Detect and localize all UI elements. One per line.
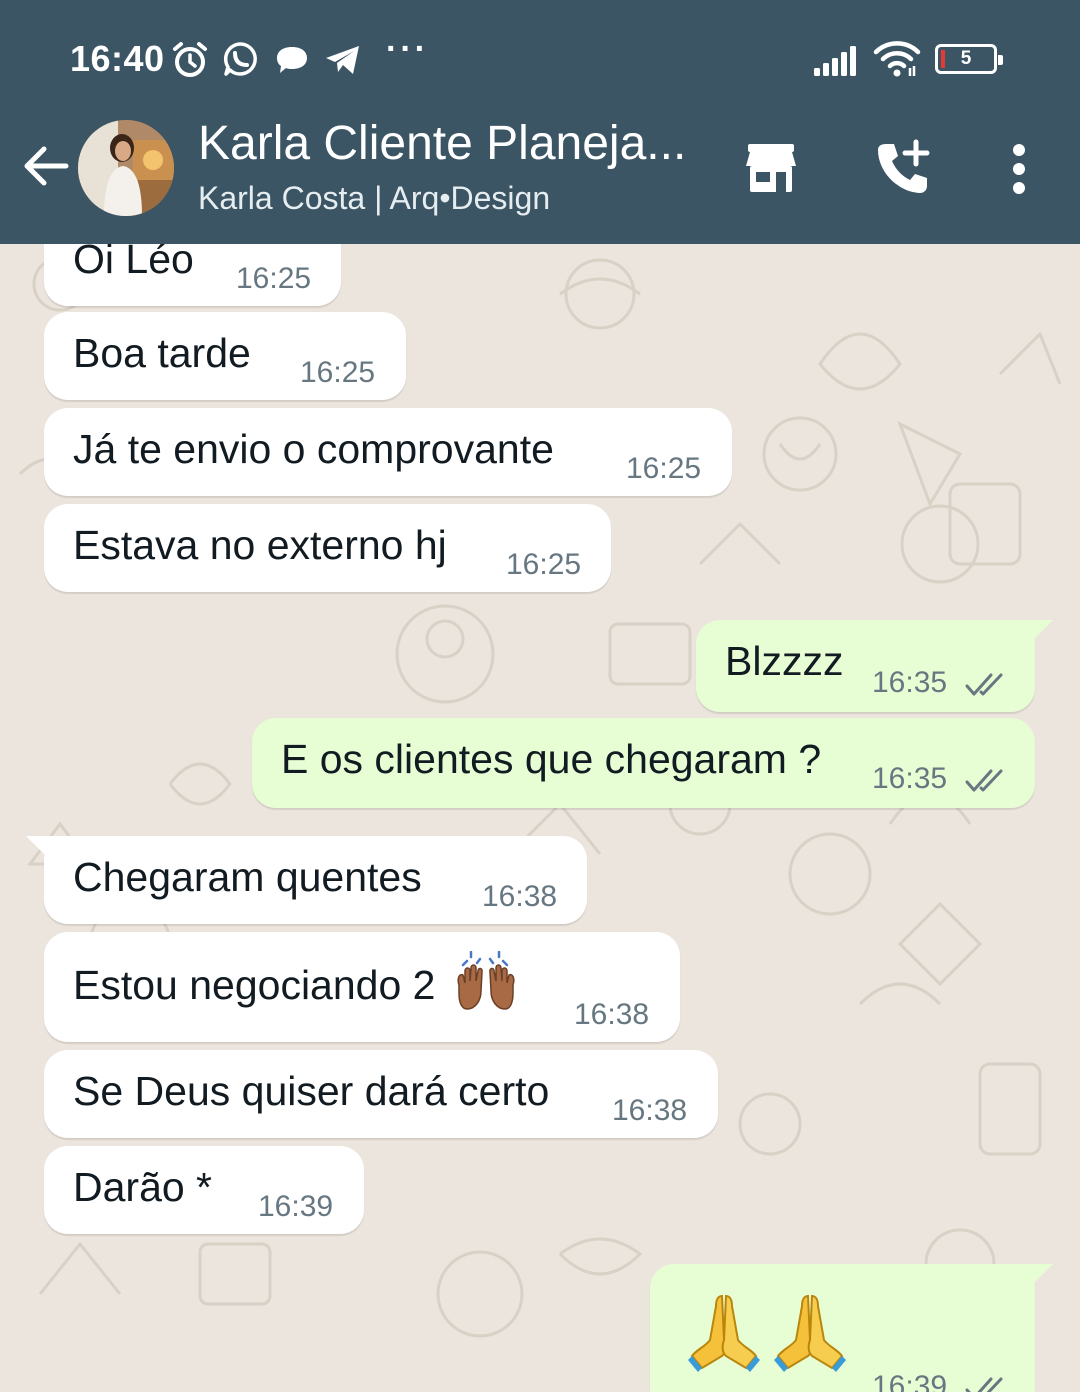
message-bubble-incoming[interactable]: Chegaram quentes 16:38 <box>26 836 587 924</box>
message-bubble-outgoing[interactable]: Blzzzz 16:35 <box>696 620 1053 712</box>
message-bubble-incoming[interactable]: Darão * 16:39 <box>44 1146 364 1234</box>
more-dots-icon: ··· <box>386 30 429 68</box>
message-bubble-incoming[interactable]: Boa tarde 16:25 <box>44 312 406 400</box>
message-time: 16:39 <box>258 1190 334 1223</box>
message-time: 16:25 <box>236 262 312 295</box>
status-time: 16:40 <box>70 38 165 79</box>
message-text-content: Estou negociando 2 <box>73 962 436 1008</box>
message-time: 16:39 <box>872 1370 948 1392</box>
message-bubble-outgoing[interactable]: E os clientes que chegaram ? 16:35 <box>252 718 1035 808</box>
store-icon[interactable] <box>744 142 798 194</box>
message-text: Estou negociando 2 <box>73 951 519 1013</box>
telegram-icon <box>326 46 359 74</box>
message-time: 16:38 <box>574 998 650 1031</box>
message-text: Oi Léo <box>73 244 194 282</box>
raising-hands-emoji <box>457 951 515 1010</box>
message-bubble-incoming[interactable]: Já te envio o comprovante 16:25 <box>44 408 732 496</box>
message-bubble-incoming[interactable]: Oi Léo 16:25 <box>44 244 341 306</box>
read-ticks-icon <box>965 1377 1003 1392</box>
message-time: 16:25 <box>626 452 702 485</box>
message-text: E os clientes que chegaram ? <box>281 736 822 782</box>
message-text: Darão * <box>73 1164 213 1210</box>
add-call-icon[interactable] <box>872 138 934 198</box>
message-text: Chegaram quentes <box>73 854 422 900</box>
message-bubble-incoming[interactable]: Estava no externo hj 16:25 <box>44 504 611 592</box>
chat-header: 16:40 ··· 5 Karla Cliente Planeja... Kar… <box>0 0 1080 244</box>
message-time: 16:25 <box>506 548 582 581</box>
message-time: 16:38 <box>482 880 558 913</box>
message-time: 16:38 <box>612 1094 688 1127</box>
folded-hands-emoji <box>688 1294 846 1372</box>
avatar[interactable] <box>78 120 174 216</box>
message-bubble-incoming[interactable]: Estou negociando 2 16:38 <box>44 932 680 1042</box>
whatsapp-icon <box>223 42 257 76</box>
message-bubble-outgoing[interactable]: 16:39 <box>650 1264 1053 1392</box>
message-time: 16:35 <box>872 762 948 795</box>
alarm-icon <box>173 42 207 77</box>
chat-title[interactable]: Karla Cliente Planeja... <box>198 116 686 171</box>
message-time: 16:35 <box>872 666 948 699</box>
message-text: Já te envio o comprovante <box>73 426 554 472</box>
battery-level-text: 5 <box>960 48 972 69</box>
signal-icon <box>814 46 856 76</box>
chat-subtitle[interactable]: Karla Costa | Arq•Design <box>198 180 550 217</box>
more-vert-icon[interactable] <box>1006 142 1032 196</box>
message-text: Boa tarde <box>73 330 251 376</box>
message-text: Se Deus quiser dará certo <box>73 1068 550 1114</box>
battery-icon: 5 <box>935 44 1003 74</box>
message-text: Estava no externo hj <box>73 522 447 568</box>
message-bubble-incoming[interactable]: Se Deus quiser dará certo 16:38 <box>44 1050 718 1138</box>
chat-messages[interactable]: Oi Léo 16:25 Boa tarde 16:25 Já te envio… <box>0 244 1080 1392</box>
wifi-icon <box>873 41 921 77</box>
message-text: Blzzzz <box>725 638 844 684</box>
message-time: 16:25 <box>300 356 376 389</box>
chat-bubble-icon <box>277 47 307 73</box>
read-ticks-icon <box>965 673 1003 696</box>
back-arrow-icon[interactable] <box>20 140 72 192</box>
read-ticks-icon <box>965 769 1003 792</box>
